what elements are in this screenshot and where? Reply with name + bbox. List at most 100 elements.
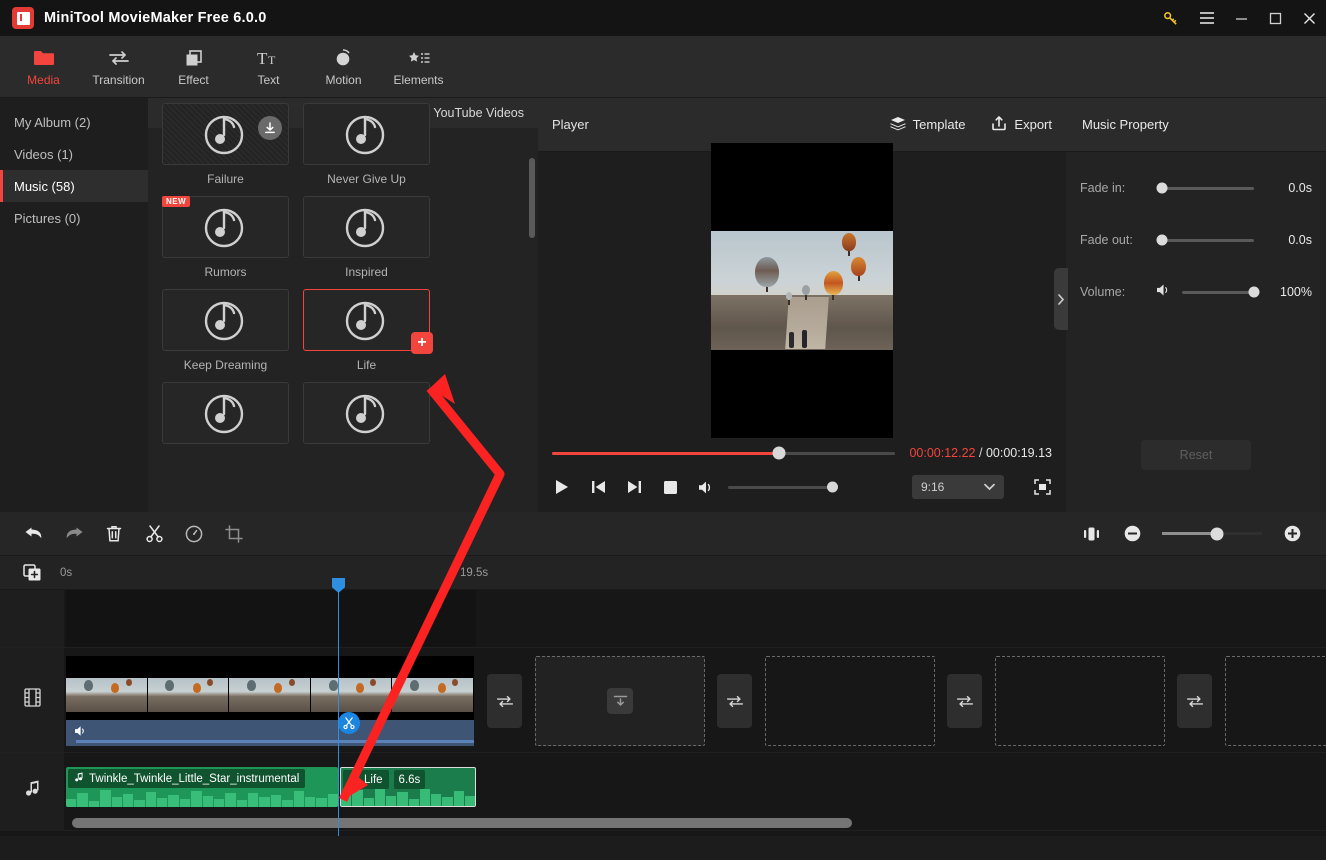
toolbar-item-motion[interactable]: Motion: [306, 36, 381, 98]
volume-handle[interactable]: [827, 481, 838, 493]
media-item[interactable]: Never Give Up: [303, 103, 430, 186]
media-dropzone[interactable]: [1225, 656, 1326, 746]
media-thumbnail[interactable]: [162, 103, 289, 165]
toolbar-item-media[interactable]: Media: [6, 36, 81, 98]
progress-fill: [552, 451, 779, 455]
audio-clip-life[interactable]: Life 6.6s: [340, 767, 476, 807]
player-title: Player: [552, 117, 589, 132]
zoom-handle[interactable]: [1210, 527, 1224, 540]
sidebar-item-videos[interactable]: Videos (1): [0, 138, 148, 170]
plus-icon[interactable]: +: [411, 332, 433, 354]
download-icon[interactable]: [258, 116, 282, 140]
trash-icon[interactable]: [94, 519, 134, 549]
progress-slider[interactable]: [552, 446, 896, 460]
timeline-tracks: Twinkle_Twinkle_Little_Star_instrumental: [0, 578, 1326, 836]
add-media-icon[interactable]: [0, 563, 64, 582]
stop-icon[interactable]: [660, 477, 680, 497]
transition-slot[interactable]: [717, 674, 752, 728]
close-icon[interactable]: [1292, 0, 1326, 36]
media-item[interactable]: [162, 382, 289, 444]
reset-button[interactable]: Reset: [1141, 440, 1251, 470]
aspect-ratio-dropdown[interactable]: 9:16: [912, 475, 1004, 499]
export-button[interactable]: Export: [991, 115, 1052, 134]
volume-slider[interactable]: [1182, 286, 1260, 298]
undo-icon[interactable]: [14, 519, 54, 549]
previous-icon[interactable]: [588, 477, 608, 497]
timeline-scrollbar-thumb[interactable]: [72, 818, 852, 828]
media-thumbnail[interactable]: NEW: [162, 196, 289, 258]
media-thumbnail[interactable]: [303, 196, 430, 258]
sidebar-item-my-album[interactable]: My Album (2): [0, 106, 148, 138]
toolbar-item-effect[interactable]: Effect: [156, 36, 231, 98]
media-thumbnail[interactable]: [303, 382, 430, 444]
next-icon[interactable]: [624, 477, 644, 497]
progress-handle[interactable]: [772, 446, 786, 460]
video-clip-audio-bar[interactable]: [66, 720, 474, 746]
speaker-icon[interactable]: [1156, 283, 1172, 302]
audio-clip-name: Life: [364, 773, 383, 786]
sidebar-item-pictures[interactable]: Pictures (0): [0, 202, 148, 234]
media-item-life[interactable]: + Life: [303, 289, 433, 372]
template-button[interactable]: Template: [889, 116, 965, 134]
audio-clip-twinkle[interactable]: Twinkle_Twinkle_Little_Star_instrumental: [66, 767, 338, 807]
toolbar-item-text[interactable]: TT Text: [231, 36, 306, 98]
track-body-video[interactable]: [64, 648, 1326, 752]
playhead[interactable]: [332, 578, 345, 836]
audio-clip-tag: Twinkle_Twinkle_Little_Star_instrumental: [68, 769, 306, 788]
media-thumbnail-selected[interactable]: +: [303, 289, 433, 354]
track-header-video: [0, 648, 64, 752]
time-separator: /: [978, 446, 983, 460]
player-panel: Player Template Export 00:00:12.22 / 00:…: [538, 98, 1066, 512]
zoom-in-icon[interactable]: [1272, 519, 1312, 549]
play-icon[interactable]: [552, 477, 572, 497]
split-marker[interactable]: [338, 712, 360, 734]
scissors-icon[interactable]: [134, 519, 174, 549]
transition-slot[interactable]: [487, 674, 522, 728]
body-area: My Album (2) Videos (1) Music (58) Pictu…: [0, 98, 1326, 512]
fade-in-handle[interactable]: [1156, 182, 1168, 194]
audio-clip-name: Twinkle_Twinkle_Little_Star_instrumental: [89, 772, 300, 785]
video-preview[interactable]: [711, 142, 893, 438]
crop-icon[interactable]: [214, 519, 254, 549]
media-item[interactable]: Inspired: [303, 196, 430, 279]
media-item[interactable]: [303, 382, 430, 444]
speaker-icon[interactable]: [696, 477, 716, 497]
media-item[interactable]: Failure: [162, 103, 289, 186]
media-thumbnail[interactable]: [162, 289, 289, 351]
transition-slot[interactable]: [1177, 674, 1212, 728]
media-item[interactable]: Keep Dreaming: [162, 289, 289, 372]
redo-icon[interactable]: [54, 519, 94, 549]
media-dropzone[interactable]: [765, 656, 935, 746]
hamburger-menu-icon[interactable]: [1190, 0, 1224, 36]
media-thumbnail[interactable]: [303, 103, 430, 165]
media-dropzone[interactable]: [535, 656, 705, 746]
track-body-text[interactable]: [64, 590, 1326, 647]
toolbar-item-transition[interactable]: Transition: [81, 36, 156, 98]
fade-out-row: Fade out: 0.0s: [1066, 224, 1326, 256]
toolbar-item-elements[interactable]: Elements: [381, 36, 456, 98]
key-icon[interactable]: [1150, 0, 1190, 36]
media-dropzone[interactable]: [995, 656, 1165, 746]
download-box-icon: [607, 688, 633, 714]
zoom-out-icon[interactable]: [1112, 519, 1152, 549]
volume-handle[interactable]: [1248, 286, 1260, 298]
minimize-icon[interactable]: [1224, 0, 1258, 36]
media-thumbnail[interactable]: [162, 382, 289, 444]
media-item[interactable]: NEW Rumors: [162, 196, 289, 279]
fade-out-label: Fade out:: [1080, 233, 1133, 247]
fit-to-screen-icon[interactable]: [1072, 519, 1112, 549]
fade-out-slider[interactable]: [1156, 234, 1254, 246]
maximize-icon[interactable]: [1258, 0, 1292, 36]
speed-gauge-icon[interactable]: [174, 519, 214, 549]
volume-slider[interactable]: [728, 481, 838, 493]
panel-collapse-toggle[interactable]: [1054, 268, 1068, 330]
fade-in-slider[interactable]: [1156, 182, 1254, 194]
sidebar-item-music[interactable]: Music (58): [0, 170, 148, 202]
fade-out-handle[interactable]: [1156, 234, 1168, 246]
zoom-slider[interactable]: [1162, 527, 1262, 540]
video-clip[interactable]: [66, 656, 474, 746]
fullscreen-icon[interactable]: [1032, 477, 1052, 497]
media-scrollbar[interactable]: [529, 158, 535, 238]
timeline-scrollbar[interactable]: [64, 818, 1316, 828]
transition-slot[interactable]: [947, 674, 982, 728]
